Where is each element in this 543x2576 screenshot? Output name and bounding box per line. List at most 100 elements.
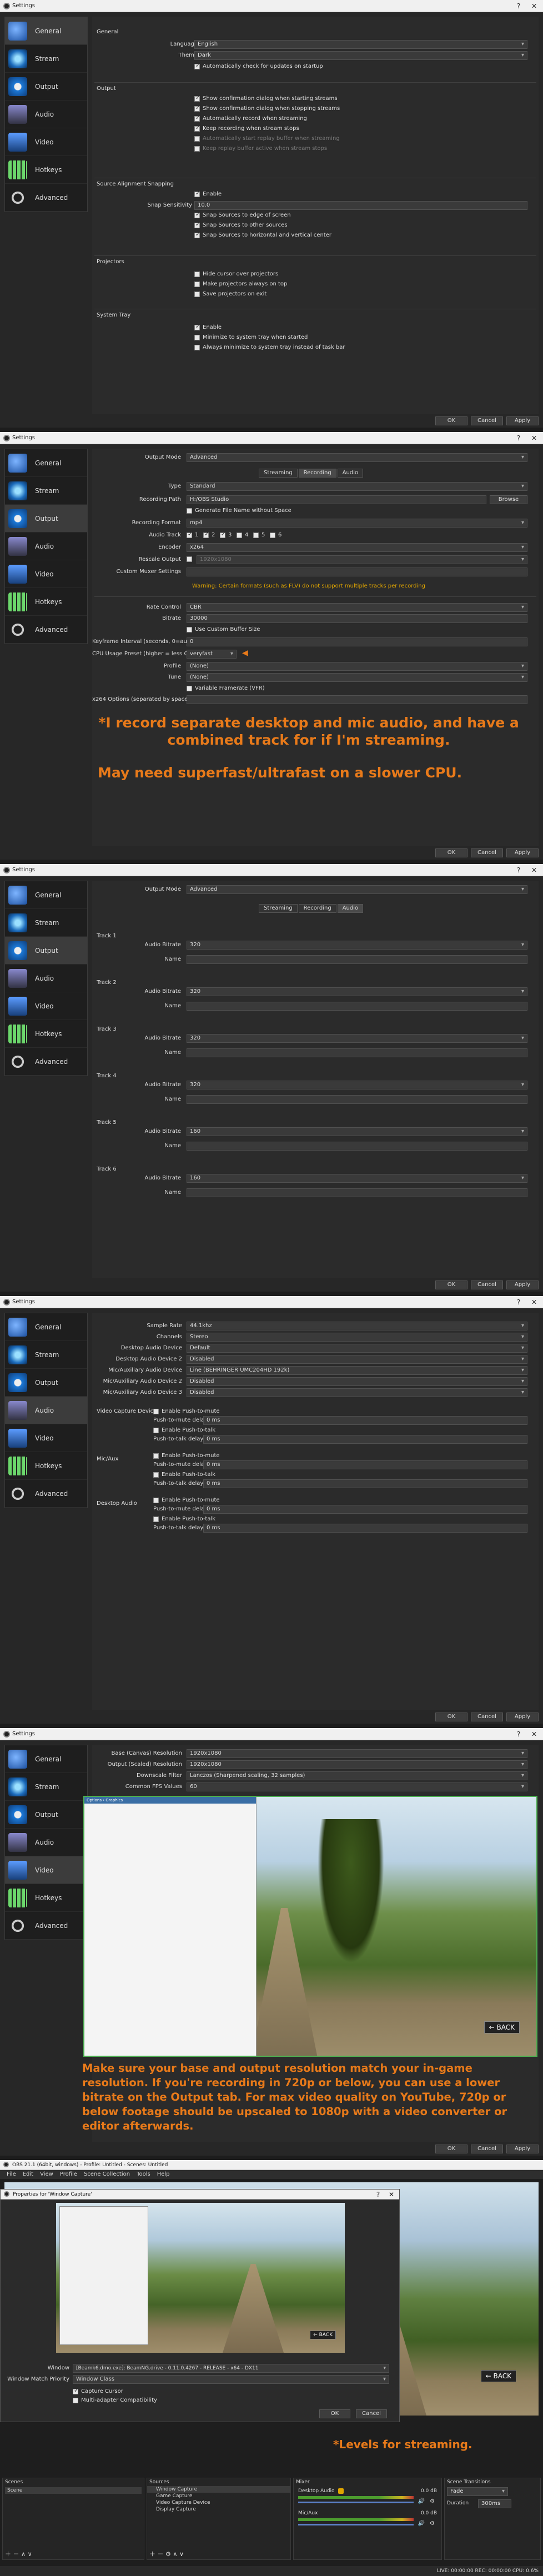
tab-audio[interactable]: Audio xyxy=(337,469,364,478)
nav-hotkeys[interactable]: Hotkeys xyxy=(5,1452,87,1480)
close-icon[interactable]: ✕ xyxy=(526,1296,542,1308)
talk-delay-input[interactable]: 0 ms xyxy=(203,1479,527,1488)
output-mode-select[interactable]: Advanced xyxy=(187,885,527,894)
track-2-bitrate[interactable]: 320 xyxy=(187,987,527,996)
track-1-name[interactable] xyxy=(187,955,527,964)
help-icon[interactable]: ? xyxy=(511,1728,526,1740)
mic-audio-3-select[interactable]: Disabled xyxy=(187,1388,527,1397)
encoder-select[interactable]: x264 xyxy=(187,543,527,552)
snap-option[interactable]: Snap Sources to edge of screen xyxy=(194,212,291,218)
projector-option[interactable]: Make projectors always on top xyxy=(194,281,287,287)
nav-advanced[interactable]: Advanced xyxy=(5,1480,87,1508)
help-icon[interactable]: ? xyxy=(511,864,526,876)
up-icon[interactable]: ∧ xyxy=(21,2550,26,2558)
recording-path-input[interactable]: H:/OBS Studio xyxy=(187,495,486,504)
nav-general[interactable]: General xyxy=(5,881,87,909)
track-3-bitrate[interactable]: 320 xyxy=(187,1034,527,1043)
source-item[interactable]: Display Capture xyxy=(147,2506,290,2513)
nav-advanced[interactable]: Advanced xyxy=(5,1048,87,1076)
nav-hotkeys[interactable]: Hotkeys xyxy=(5,588,87,616)
nav-audio[interactable]: Audio xyxy=(5,1829,87,1856)
cancel-button[interactable]: Cancel xyxy=(471,1713,503,1721)
push-to-mute-checkbox[interactable]: Enable Push-to-mute xyxy=(153,1497,220,1503)
multi-adapter-checkbox[interactable]: Multi-adapter Compatibility xyxy=(73,2397,157,2403)
sample-rate-select[interactable]: 44.1khz xyxy=(187,1322,527,1330)
up-icon[interactable]: ∧ xyxy=(173,2550,177,2558)
track-6-bitrate[interactable]: 160 xyxy=(187,1174,527,1183)
menu-profile[interactable]: Profile xyxy=(57,2170,81,2179)
auto-update-checkbox[interactable]: Automatically check for updates on start… xyxy=(194,63,323,69)
add-icon[interactable]: ＋ xyxy=(5,2550,11,2558)
tray-option[interactable]: Enable xyxy=(194,324,222,330)
tab-streaming[interactable]: Streaming xyxy=(259,469,298,478)
match-priority-select[interactable]: Window Class xyxy=(73,2375,389,2384)
audio-track-3[interactable]: 3 xyxy=(220,531,232,538)
audio-track-2[interactable]: 2 xyxy=(203,531,215,538)
nav-stream[interactable]: Stream xyxy=(5,477,87,505)
track-5-name[interactable] xyxy=(187,1142,527,1151)
scene-item[interactable]: Scene xyxy=(5,2487,142,2494)
nav-audio[interactable]: Audio xyxy=(5,533,87,560)
nav-video[interactable]: Video xyxy=(5,560,87,588)
nav-general[interactable]: General xyxy=(5,1745,87,1773)
snap-enable-checkbox[interactable]: Enable xyxy=(194,190,222,197)
mute-delay-input[interactable]: 0 ms xyxy=(203,1460,527,1469)
nav-output[interactable]: Output xyxy=(5,1801,87,1829)
speaker-icon[interactable]: 🔊 xyxy=(418,2498,425,2504)
mic-audio-select[interactable]: Line (BEHRINGER UMC204HD 192k) xyxy=(187,1366,527,1375)
rescale-select[interactable]: 1920x1080 xyxy=(197,555,527,564)
nav-stream[interactable]: Stream xyxy=(5,1773,87,1801)
mic-slider[interactable] xyxy=(298,2524,414,2525)
nav-advanced[interactable]: Advanced xyxy=(5,1912,87,1940)
push-to-talk-checkbox[interactable]: Enable Push-to-talk xyxy=(153,1427,215,1433)
menu-edit[interactable]: Edit xyxy=(19,2170,37,2179)
tray-option[interactable]: Always minimize to system tray instead o… xyxy=(194,344,345,350)
cancel-button[interactable]: Cancel xyxy=(471,848,503,857)
mute-delay-input[interactable]: 0 ms xyxy=(203,1505,527,1514)
nav-output[interactable]: Output xyxy=(5,73,87,101)
audio-track-6[interactable]: 6 xyxy=(270,532,281,538)
profile-select[interactable]: (None) xyxy=(187,662,527,671)
keyframe-input[interactable]: 0 xyxy=(187,637,527,646)
track-6-name[interactable] xyxy=(187,1188,527,1197)
ok-button[interactable]: OK xyxy=(435,2145,467,2153)
no-space-checkbox[interactable]: Generate File Name without Space xyxy=(187,508,291,514)
rescale-checkbox[interactable] xyxy=(187,556,195,562)
nav-advanced[interactable]: Advanced xyxy=(5,184,87,212)
add-icon[interactable]: ＋ xyxy=(149,2550,155,2558)
ok-button[interactable]: OK xyxy=(435,1281,467,1289)
down-icon[interactable]: ∨ xyxy=(28,2550,32,2558)
window-select[interactable]: [Beamk6.dmo.exe]: BeamNG.drive - 0.11.0.… xyxy=(73,2364,389,2373)
downscale-filter-select[interactable]: Lanczos (Sharpened scaling, 32 samples) xyxy=(187,1771,527,1780)
talk-delay-input[interactable]: 0 ms xyxy=(203,1435,527,1444)
push-to-mute-checkbox[interactable]: Enable Push-to-mute xyxy=(153,1408,220,1414)
nav-audio[interactable]: Audio xyxy=(5,1397,87,1424)
nav-video[interactable]: Video xyxy=(5,992,87,1020)
track-1-bitrate[interactable]: 320 xyxy=(187,941,527,950)
menu-tools[interactable]: Tools xyxy=(133,2170,154,2179)
close-icon[interactable]: ✕ xyxy=(526,432,542,444)
channels-select[interactable]: Stereo xyxy=(187,1333,527,1342)
nav-general[interactable]: General xyxy=(5,17,87,45)
help-icon[interactable]: ? xyxy=(511,432,526,444)
snap-sensitivity-input[interactable]: 10.0 xyxy=(194,201,527,210)
cpu-preset-select[interactable]: veryfast xyxy=(187,650,237,659)
projector-option[interactable]: Save projectors on exit xyxy=(194,291,267,297)
nav-stream[interactable]: Stream xyxy=(5,1341,87,1369)
track-3-name[interactable] xyxy=(187,1048,527,1057)
audio-track-4[interactable]: 4 xyxy=(237,532,248,538)
snap-option[interactable]: Snap Sources to horizontal and vertical … xyxy=(194,232,331,238)
nav-stream[interactable]: Stream xyxy=(5,909,87,937)
projector-option[interactable]: Hide cursor over projectors xyxy=(194,271,278,277)
custom-muxer-input[interactable] xyxy=(187,568,527,576)
cancel-button[interactable]: Cancel xyxy=(471,416,503,425)
base-resolution-select[interactable]: 1920x1080 xyxy=(187,1749,527,1758)
apply-button[interactable]: Apply xyxy=(506,1713,539,1721)
push-to-talk-checkbox[interactable]: Enable Push-to-talk xyxy=(153,1516,215,1522)
language-select[interactable]: English xyxy=(194,40,527,49)
output-option[interactable]: Keep recording when stream stops xyxy=(194,125,299,132)
browse-button[interactable]: Browse xyxy=(490,495,527,504)
output-mode-select[interactable]: Advanced xyxy=(187,453,527,462)
push-to-mute-checkbox[interactable]: Enable Push-to-mute xyxy=(153,1453,220,1459)
snap-option[interactable]: Snap Sources to other sources xyxy=(194,222,288,228)
